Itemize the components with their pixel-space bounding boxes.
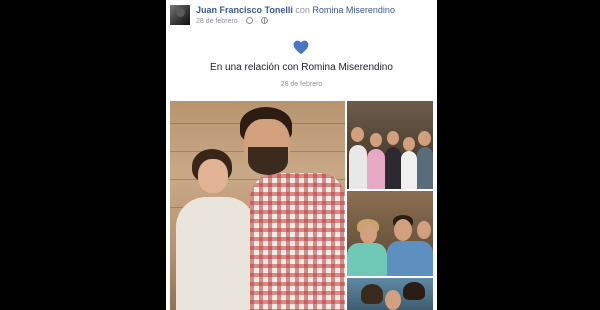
life-event-date: 28 de febrero [280, 81, 323, 88]
clock-icon [245, 17, 253, 24]
feed-post: Juan Francisco Tonelli con Romina Misere… [166, 0, 437, 310]
person-head [385, 290, 401, 310]
person-head [360, 224, 377, 244]
meta-separator-2: · [255, 18, 259, 25]
person-body [417, 147, 433, 189]
author-name-link[interactable]: Juan Francisco Tonelli [196, 5, 293, 15]
person-body [385, 147, 401, 189]
woman-body [176, 197, 256, 310]
main-photo[interactable] [170, 101, 345, 310]
man-plaid-shirt [250, 173, 345, 310]
group-photo-1[interactable] [347, 101, 433, 189]
meta-separator: · [240, 18, 243, 25]
person-hair [361, 284, 383, 304]
person-head [418, 131, 431, 146]
with-label: con [295, 5, 310, 15]
post-meta: 28 de febrero · · [196, 17, 269, 26]
author-avatar[interactable] [170, 5, 190, 25]
person-head [351, 127, 364, 142]
heart-icon [293, 40, 309, 55]
woman-face [198, 159, 228, 193]
person-body [367, 149, 385, 189]
person-head [417, 221, 431, 239]
person-head [403, 137, 415, 151]
tagged-person-link[interactable]: Romina Miserendino [312, 5, 395, 15]
person-body [349, 145, 367, 189]
person-hair [403, 282, 425, 300]
group-photo-3[interactable] [347, 278, 433, 310]
post-header: Juan Francisco Tonelli con Romina Misere… [166, 0, 437, 30]
person-head [394, 219, 412, 241]
post-title: Juan Francisco Tonelli con Romina Misere… [196, 5, 395, 16]
group-photo-2[interactable] [347, 191, 433, 276]
person-body [347, 243, 387, 276]
person-body [401, 151, 417, 189]
life-event-title[interactable]: En una relación con Romina Miserendino [166, 62, 437, 74]
person-body [387, 241, 433, 276]
post-date-link[interactable]: 28 de febrero [196, 18, 238, 25]
man-beard [248, 147, 288, 175]
person-head [370, 133, 382, 147]
globe-icon[interactable] [261, 17, 269, 24]
person-head [387, 131, 399, 145]
